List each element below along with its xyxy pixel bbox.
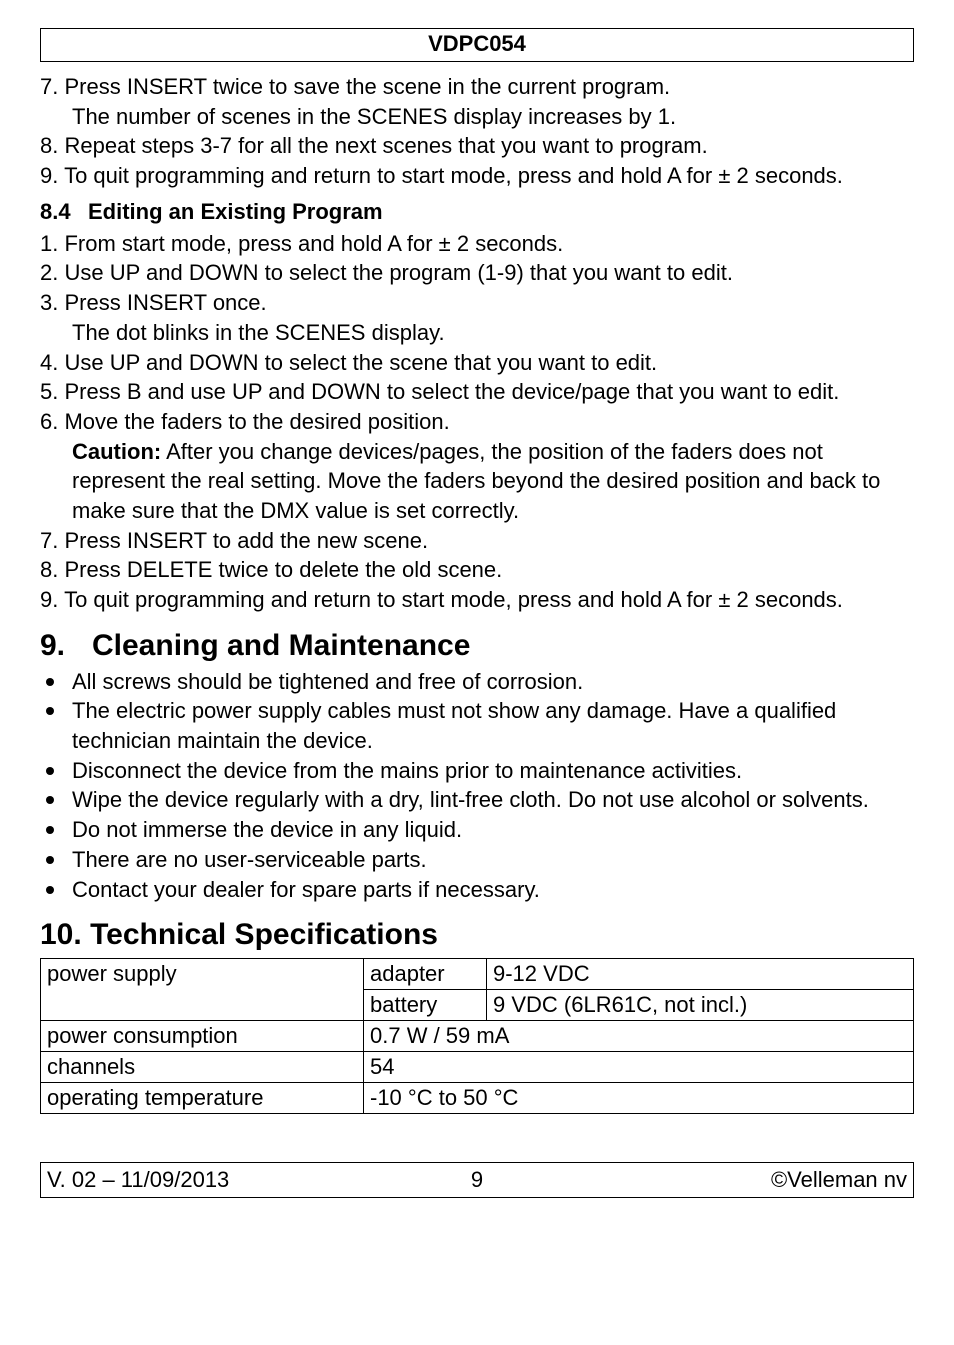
list-item: 6. Move the faders to the desired positi… <box>40 407 914 526</box>
list-item: 9. To quit programming and return to sta… <box>40 585 914 615</box>
heading-9: 9.Cleaning and Maintenance <box>40 629 914 663</box>
item-text: Press INSERT twice to save the scene in … <box>64 74 670 99</box>
footer-version: V. 02 – 11/09/2013 <box>47 1167 334 1193</box>
bullet-item: There are no user-serviceable parts. <box>40 845 914 875</box>
item-num: 9. <box>40 587 58 612</box>
bullet-item: Contact your dealer for spare parts if n… <box>40 875 914 905</box>
bullet-item: All screws should be tightened and free … <box>40 667 914 697</box>
list-item: 5. Press B and use UP and DOWN to select… <box>40 377 914 407</box>
heading-num: 8.4 <box>40 199 88 225</box>
list-item: 4. Use UP and DOWN to select the scene t… <box>40 348 914 378</box>
item-num: 7. <box>40 528 58 553</box>
footer-copyright: ©Velleman nv <box>620 1167 907 1193</box>
item-num: 4. <box>40 350 58 375</box>
list-item: 1. From start mode, press and hold A for… <box>40 229 914 259</box>
list-editing-program: 1. From start mode, press and hold A for… <box>40 229 914 615</box>
heading-title: Cleaning and Maintenance <box>92 629 470 662</box>
list-item: 7. Press INSERT twice to save the scene … <box>40 72 914 131</box>
item-text: To quit programming and return to start … <box>64 163 843 188</box>
bullets-cleaning: All screws should be tightened and free … <box>40 667 914 905</box>
item-num: 9. <box>40 163 58 188</box>
item-text: Press DELETE twice to delete the old sce… <box>64 557 502 582</box>
spec-label: channels <box>41 1052 364 1083</box>
bullet-item: The electric power supply cables must no… <box>40 696 914 755</box>
caution-label: Caution: <box>72 439 161 464</box>
item-num: 6. <box>40 409 58 434</box>
spec-label: power consumption <box>41 1021 364 1052</box>
spec-value: 54 <box>364 1052 914 1083</box>
list-item: 8. Press DELETE twice to delete the old … <box>40 555 914 585</box>
item-subtext: The number of scenes in the SCENES displ… <box>72 102 914 132</box>
footer: V. 02 – 11/09/2013 9 ©Velleman nv <box>40 1162 914 1198</box>
item-text: Press INSERT to add the new scene. <box>64 528 428 553</box>
spec-value: 9 VDC (6LR61C, not incl.) <box>487 990 914 1021</box>
item-text: Use UP and DOWN to select the scene that… <box>64 350 657 375</box>
heading-8-4: 8.4Editing an Existing Program <box>40 199 914 225</box>
heading-num: 9. <box>40 629 92 663</box>
footer-page-number: 9 <box>334 1167 621 1193</box>
heading-num: 10. <box>40 918 82 951</box>
spec-label: power supply <box>41 959 364 1021</box>
spec-value: -10 °C to 50 °C <box>364 1083 914 1114</box>
spec-value: 0.7 W / 59 mA <box>364 1021 914 1052</box>
spec-key: adapter <box>364 959 487 990</box>
item-num: 3. <box>40 290 58 315</box>
item-text: To quit programming and return to start … <box>64 587 843 612</box>
item-subtext: The dot blinks in the SCENES display. <box>72 318 914 348</box>
list-item: 9. To quit programming and return to sta… <box>40 161 914 191</box>
item-text: Move the faders to the desired position. <box>64 409 449 434</box>
header-code: VDPC054 <box>40 28 914 62</box>
caution-text: After you change devices/pages, the posi… <box>72 439 880 523</box>
spec-key: battery <box>364 990 487 1021</box>
item-text: From start mode, press and hold A for ± … <box>64 231 563 256</box>
spec-label: operating temperature <box>41 1083 364 1114</box>
item-num: 8. <box>40 557 58 582</box>
item-num: 8. <box>40 133 58 158</box>
item-num: 2. <box>40 260 58 285</box>
item-num: 7. <box>40 74 58 99</box>
heading-title: Editing an Existing Program <box>88 199 383 224</box>
list-item: 7. Press INSERT to add the new scene. <box>40 526 914 556</box>
bullet-item: Do not immerse the device in any liquid. <box>40 815 914 845</box>
heading-title: Technical Specifications <box>90 918 438 951</box>
item-text: Repeat steps 3-7 for all the next scenes… <box>64 133 707 158</box>
heading-10: 10. Technical Specifications <box>40 918 914 952</box>
bullet-item: Wipe the device regularly with a dry, li… <box>40 785 914 815</box>
item-caution: Caution: After you change devices/pages,… <box>72 437 914 526</box>
item-text: Press INSERT once. <box>64 290 266 315</box>
item-text: Use UP and DOWN to select the program (1… <box>64 260 732 285</box>
spec-table: power supply adapter 9-12 VDC battery 9 … <box>40 958 914 1114</box>
item-text: Press B and use UP and DOWN to select th… <box>64 379 839 404</box>
list-item: 2. Use UP and DOWN to select the program… <box>40 258 914 288</box>
spec-value: 9-12 VDC <box>487 959 914 990</box>
list-continuation: 7. Press INSERT twice to save the scene … <box>40 72 914 191</box>
bullet-item: Disconnect the device from the mains pri… <box>40 756 914 786</box>
list-item: 8. Repeat steps 3-7 for all the next sce… <box>40 131 914 161</box>
item-num: 1. <box>40 231 58 256</box>
list-item: 3. Press INSERT once. The dot blinks in … <box>40 288 914 347</box>
item-num: 5. <box>40 379 58 404</box>
